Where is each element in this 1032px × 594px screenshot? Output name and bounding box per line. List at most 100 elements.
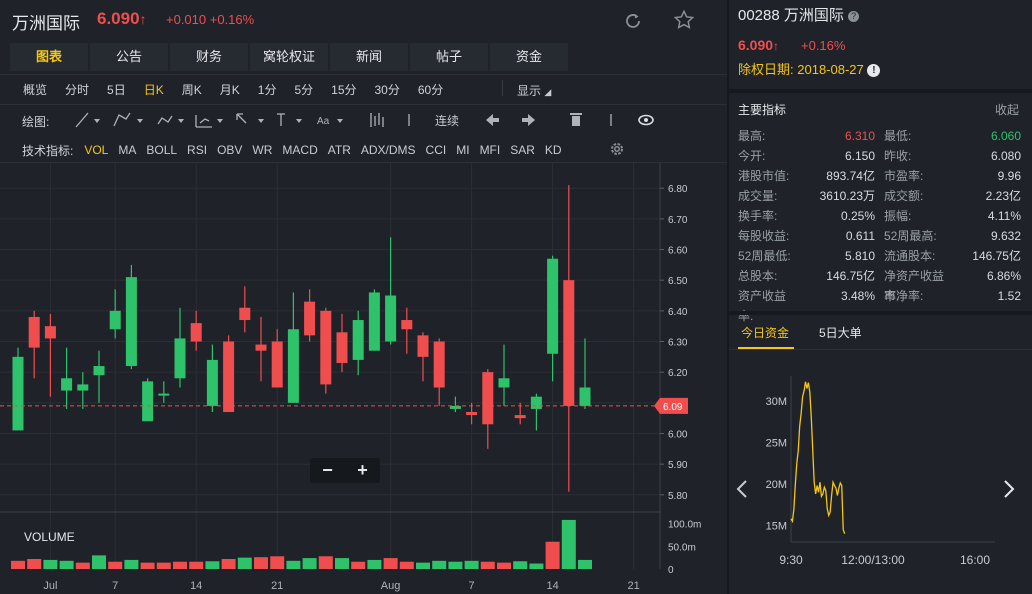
zoom-out-button[interactable]: − — [310, 458, 345, 483]
period-1[interactable]: 分时 — [56, 81, 98, 98]
period-0[interactable]: 概览 — [14, 81, 56, 98]
volume-bar — [432, 560, 447, 569]
indicator-wr[interactable]: WR — [247, 143, 277, 157]
indicator-cci[interactable]: CCI — [421, 143, 452, 157]
kline-chart[interactable]: 6.806.706.606.506.406.306.206.106.005.90… — [0, 163, 727, 594]
volume-bar — [578, 559, 592, 569]
candle-body — [61, 378, 73, 391]
up-arrow-icon: ↑ — [139, 11, 147, 27]
tab-5[interactable]: 帖子 — [410, 43, 488, 71]
period-4[interactable]: 周K — [173, 81, 211, 98]
question-icon[interactable]: ? — [848, 11, 860, 22]
indicator-macd[interactable]: MACD — [277, 143, 322, 157]
period-5[interactable]: 月K — [211, 81, 249, 98]
candle-body — [223, 341, 235, 413]
period-6[interactable]: 1分 — [249, 81, 286, 98]
volume-tick-label: 0 — [668, 565, 674, 576]
candle-body — [336, 332, 348, 363]
period-7[interactable]: 5分 — [285, 81, 322, 98]
volume-bar — [140, 562, 155, 569]
continuous-toggle[interactable]: 连续 — [435, 112, 459, 129]
display-toggle[interactable]: 显示 ◢ — [517, 82, 551, 99]
indicator-mi[interactable]: MI — [451, 143, 474, 157]
indicator-boll[interactable]: BOLL — [141, 143, 182, 157]
indicator-mfi[interactable]: MFI — [475, 143, 506, 157]
indicator-rsi[interactable]: RSI — [182, 143, 212, 157]
divider — [729, 89, 1032, 93]
indicator-atr[interactable]: ATR — [323, 143, 356, 157]
candle-body — [530, 396, 542, 409]
chevron-left-icon[interactable] — [735, 478, 749, 507]
period-3[interactable]: 日K — [135, 81, 173, 98]
candle-body — [28, 316, 40, 348]
mini-x-tick: 9:30 — [779, 553, 803, 567]
indicators-title: 主要指标 — [738, 103, 787, 117]
metrics-table: 最高: 6.310 最低: 6.060 今开: 6.150 昨收: 6.080 港股市值: 893… — [738, 126, 1021, 323]
metric-value: 9.96 — [997, 169, 1021, 183]
tab-0[interactable]: 图表 — [10, 43, 88, 71]
metric-label: 每股收益: — [738, 229, 790, 243]
tab-1[interactable]: 公告 — [90, 43, 168, 71]
indicator-ma[interactable]: MA — [113, 143, 141, 157]
tab-2[interactable]: 财务 — [170, 43, 248, 71]
tab-4[interactable]: 新闻 — [330, 43, 408, 71]
zoom-in-button[interactable]: + — [345, 458, 380, 483]
candle-body — [514, 415, 526, 419]
trash-icon — [572, 116, 580, 126]
volume-bar — [367, 559, 382, 569]
candle-body — [158, 393, 170, 396]
indicator-adx-dms[interactable]: ADX/DMS — [356, 143, 421, 157]
candle-body — [44, 326, 56, 339]
fund-flow-line — [790, 381, 846, 534]
period-8[interactable]: 15分 — [322, 81, 365, 98]
period-10[interactable]: 60分 — [409, 81, 452, 98]
candle-body — [93, 366, 105, 376]
volume-tick-label: 100.0m — [668, 520, 701, 531]
mini-y-tick: 20M — [766, 479, 787, 491]
volume-bar — [513, 561, 528, 569]
main-tabs: 图表 公告 财务 窝轮权证 新闻 帖子 资金 — [10, 43, 570, 71]
candle-body — [125, 277, 137, 367]
refresh-icon[interactable] — [622, 10, 644, 35]
metric-row: 资产收益率: 3.48% 市净率: 1.52 — [738, 286, 1021, 323]
volume-bar — [480, 561, 495, 569]
metric-row: 总股本: 146.75亿 净资产收益率: 6.86% — [738, 266, 1021, 303]
line-tool-icon — [75, 112, 89, 128]
indicator-obv[interactable]: OBV — [212, 143, 247, 157]
period-9[interactable]: 30分 — [366, 81, 409, 98]
metric-label: 市盈率: — [884, 169, 924, 183]
volume-bar — [59, 560, 74, 569]
quote-panel: 00288 万洲国际 ? 6.090↑ +0.16% 除权日期: 2018-08… — [729, 0, 1032, 594]
candle-body — [368, 292, 380, 351]
chart-panel: 万洲国际 6.090↑ +0.010 +0.16% 图表 公告 财务 窝轮权证 新闻 帖子… — [0, 0, 727, 594]
tab-5day-orders[interactable]: 5日大单 — [819, 324, 862, 341]
volume-bar — [383, 558, 398, 569]
candle-body — [433, 341, 445, 388]
collapse-button[interactable]: 收起 — [995, 101, 1019, 118]
metric-label: 市净率: — [884, 289, 924, 303]
metric-value: 146.75亿 — [826, 269, 875, 283]
indicator-kd[interactable]: KD — [540, 143, 567, 157]
period-2[interactable]: 5日 — [98, 81, 135, 98]
star-icon[interactable] — [673, 9, 695, 34]
tab-3[interactable]: 窝轮权证 — [250, 43, 328, 71]
date-tick-label: Aug — [381, 580, 401, 592]
candle-body — [271, 341, 283, 388]
candle-body — [142, 381, 154, 422]
indicator-sar[interactable]: SAR — [505, 143, 540, 157]
indicator-vol[interactable]: VOL — [79, 143, 113, 157]
date-tick-label: 14 — [190, 580, 202, 592]
settings-gear-icon[interactable] — [608, 140, 626, 161]
tab-today-funds[interactable]: 今日资金 — [741, 324, 789, 341]
price-tick-label: 6.80 — [668, 184, 688, 195]
divider — [0, 74, 727, 75]
date-tick-label: 21 — [627, 580, 639, 592]
price-tick-label: 6.40 — [668, 307, 688, 318]
info-icon[interactable]: ! — [867, 64, 881, 77]
candle-body — [466, 412, 478, 416]
last-price: 6.090↑ — [97, 9, 147, 28]
draw-label: 绘图: — [22, 115, 50, 129]
divider — [0, 104, 727, 105]
tab-6[interactable]: 资金 — [490, 43, 568, 71]
volume-bar — [75, 562, 90, 569]
